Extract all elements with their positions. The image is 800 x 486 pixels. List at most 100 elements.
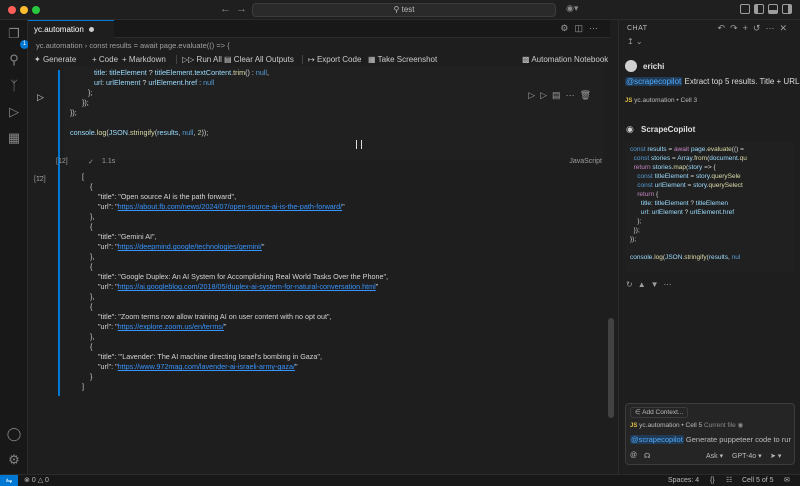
context-file-chip[interactable]: JS yc.automation • Cell 5 Current file ◉ <box>630 421 743 429</box>
mode-dropdown[interactable]: Ask ▾ <box>706 452 723 460</box>
error-count: 0 <box>31 477 36 484</box>
clear-all-outputs-button[interactable]: ▤ Clear All Outputs <box>224 53 294 66</box>
breadcrumb-symbol[interactable]: const results = await page.evaluate(() =… <box>89 41 229 50</box>
run-above-icon[interactable]: ▷ <box>528 90 540 100</box>
model-dropdown[interactable]: GPT-4o ▾ <box>732 452 762 460</box>
cell-duration: 1.1s <box>102 158 116 165</box>
code-line: return stories.map(story => { <box>633 164 716 171</box>
delete-cell-icon[interactable]: 🗑 <box>580 90 596 100</box>
code-cell[interactable]: title: titleElement ? titleElement.textC… <box>64 66 604 161</box>
result-title: 'Lavender': The AI machine directing Isr… <box>120 352 318 361</box>
close-window-button[interactable] <box>8 6 16 14</box>
notifications-icon[interactable]: ✉ <box>784 476 790 486</box>
extensions-icon[interactable]: ▦ <box>6 130 22 146</box>
new-chat-icon[interactable]: + <box>743 23 753 33</box>
add-code-cell-button[interactable]: + Code <box>92 53 118 66</box>
export-label: Export Code <box>316 55 362 64</box>
retry-icon[interactable]: ↻ <box>626 280 638 289</box>
result-url-link[interactable]: https://about.fb.com/news/2024/07/open-s… <box>118 202 343 211</box>
command-center-search[interactable]: ⚲ test <box>252 3 556 17</box>
chat-status-icon[interactable]: ☷ <box>726 476 732 486</box>
automation-notebook-kernel[interactable]: ▩ Automation Notebook <box>522 53 608 66</box>
run-debug-icon[interactable]: ▷ <box>6 104 22 120</box>
output-more-icon[interactable]: ⋯ <box>36 172 44 181</box>
chat-input-toolbar: @ ☊ Ask ▾ GPT-4o ▾ ➤ ▾ <box>630 452 792 462</box>
send-button[interactable]: ➤ ▾ <box>770 452 781 460</box>
run-below-icon[interactable]: ▷ <box>540 90 552 100</box>
tab-yc-automation[interactable]: yc.automation <box>28 20 114 38</box>
message-reference[interactable]: JS yc.automation • Cell 3 <box>625 97 697 104</box>
remote-indicator-icon[interactable]: ⇋ <box>0 475 18 486</box>
more-icon[interactable]: ⋯ <box>664 280 677 289</box>
scroll-up-icon[interactable]: ↥ ⌄ <box>627 37 643 46</box>
mention-chip[interactable]: @scrapecopilot <box>625 77 683 86</box>
chat-prompt-text[interactable]: @scrapecopilot Generate puppeteer code t… <box>630 435 792 444</box>
result-url-link[interactable]: https://explore.zoom.us/en/terms/ <box>118 322 224 331</box>
search-icon[interactable]: ⚲ <box>6 52 22 68</box>
more-icon[interactable]: ⋯ <box>765 23 779 33</box>
breadcrumb-file[interactable]: yc.automation <box>36 41 83 50</box>
editor-scrollbar[interactable] <box>608 318 614 418</box>
indentation-indicator[interactable]: Spaces: 4 <box>668 476 699 486</box>
code-line: console.log(JSON.stringify(results, null… <box>70 128 209 137</box>
chevron-down-icon: ▾ <box>777 453 782 460</box>
explorer-icon[interactable]: ❐ 1 <box>6 26 29 49</box>
toggle-panel-icon[interactable] <box>768 4 778 14</box>
history-icon[interactable]: ↺ <box>753 23 766 33</box>
settings-gear-icon[interactable]: ⚙ <box>560 23 574 33</box>
kernel-icon: ▩ <box>522 55 530 64</box>
eye-icon[interactable]: ◉ <box>738 422 744 429</box>
braces-icon[interactable]: {} <box>710 476 715 486</box>
cell-indicator[interactable]: Cell 5 of 5 <box>742 476 774 486</box>
toggle-sidebar-icon[interactable] <box>754 4 764 14</box>
ref-file: yc.automation <box>634 97 675 104</box>
result-title-line: "title": "Google Duplex: An AI System fo… <box>98 272 389 281</box>
generate-button[interactable]: ✦ Generate <box>34 53 76 66</box>
layout-customize-icon[interactable] <box>740 4 750 14</box>
run-all-button[interactable]: ▷▷ Run All <box>182 53 222 66</box>
minimize-window-button[interactable] <box>20 6 28 14</box>
chat-input[interactable]: ∈ Add Context... JS yc.automation • Cell… <box>625 403 795 465</box>
problems-indicator[interactable]: ⊗ 0 △ 0 <box>24 476 49 486</box>
exec-count: [12] <box>56 158 68 165</box>
more-icon[interactable]: ⋯ <box>566 90 580 100</box>
export-code-button[interactable]: ↦ Export Code <box>308 53 361 66</box>
forward-arrow-icon[interactable]: → <box>236 3 247 15</box>
output-line: { <box>90 182 93 191</box>
microphone-icon[interactable]: ☊ <box>644 452 650 460</box>
mention-chip[interactable]: @scrapecopilot <box>630 435 684 444</box>
undo-icon[interactable]: ↶ <box>718 23 731 33</box>
split-editor-icon[interactable]: ◫ <box>574 23 589 33</box>
more-actions-icon[interactable]: ⋯ <box>589 23 604 33</box>
settings-gear-icon[interactable]: ⚙ <box>6 452 22 468</box>
thumbs-down-icon[interactable]: ▼ <box>651 280 664 289</box>
assistant-code-block[interactable]: const results = await page.evaluate(() =… <box>625 142 795 272</box>
user-message: @scrapecopilot Extract top 5 results. Ti… <box>625 77 800 86</box>
cell-language[interactable]: JavaScript <box>569 158 602 165</box>
code-line: }; <box>88 88 93 97</box>
redo-icon[interactable]: ↷ <box>730 23 743 33</box>
maximize-window-button[interactable] <box>32 6 40 14</box>
paperclip-icon: ∈ <box>635 409 641 416</box>
thumbs-up-icon[interactable]: ▲ <box>638 280 651 289</box>
take-screenshot-button[interactable]: ▦ Take Screenshot <box>368 53 437 66</box>
result-url-link[interactable]: https://deepmind.google/technologies/gem… <box>118 242 262 251</box>
ref-cell: Cell 3 <box>680 97 698 104</box>
source-control-icon[interactable]: ᛉ <box>6 78 22 94</box>
copilot-icon[interactable]: ◉▾ <box>566 3 578 14</box>
close-icon[interactable]: ✕ <box>779 23 792 33</box>
notebook-editor: yc.automation ⚙◫⋯ yc.automation › const … <box>28 20 614 474</box>
toggle-secondary-sidebar-icon[interactable] <box>782 4 792 14</box>
split-cell-icon[interactable]: ▤ <box>552 90 566 100</box>
result-url-link[interactable]: https://www.972mag.com/lavender-ai-israe… <box>118 362 295 371</box>
mention-icon[interactable]: @ <box>630 452 637 459</box>
unsaved-dot-icon[interactable] <box>88 27 94 33</box>
code-line: }); <box>630 227 640 234</box>
result-url-link[interactable]: https://ai.googleblog.com/2018/05/duplex… <box>118 282 376 291</box>
add-context-button[interactable]: ∈ Add Context... <box>630 407 689 418</box>
run-cell-icon[interactable]: ▷ <box>37 92 44 103</box>
account-icon[interactable]: ◯ <box>6 426 22 442</box>
back-arrow-icon[interactable]: ← <box>220 3 231 15</box>
title-bar: ← → ⚲ test ◉▾ <box>0 0 800 20</box>
add-markdown-cell-button[interactable]: + Markdown <box>122 53 166 66</box>
